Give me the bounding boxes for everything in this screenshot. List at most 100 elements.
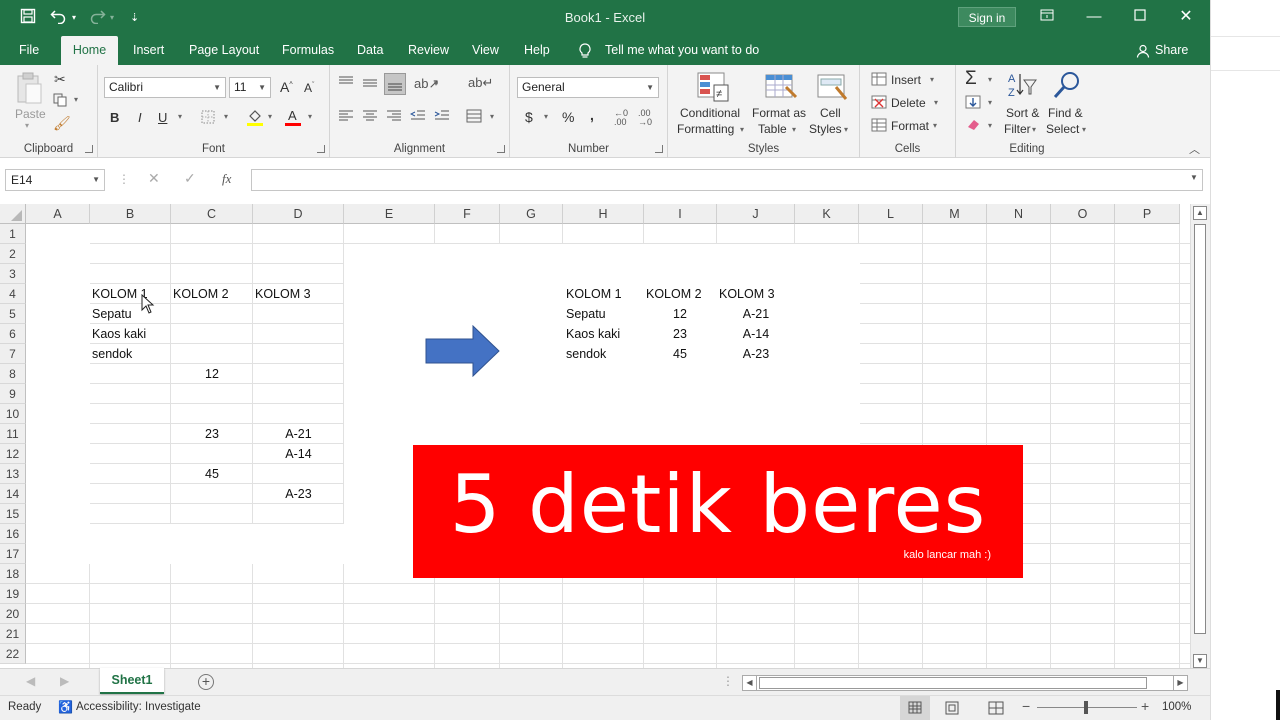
cell-i6[interactable]: 23: [644, 324, 716, 344]
format-cells-icon[interactable]: [871, 118, 887, 135]
row-header-13[interactable]: 13: [0, 464, 26, 484]
cell-c11[interactable]: 23: [171, 424, 253, 444]
maximize-icon[interactable]: [1128, 6, 1152, 28]
format-cells-label[interactable]: Format: [891, 119, 929, 133]
row-header-22[interactable]: 22: [0, 644, 26, 664]
sort-filter-label[interactable]: Sort &: [1006, 106, 1039, 120]
paste-dropdown-icon[interactable]: ▾: [25, 121, 29, 130]
sort-dropdown-icon[interactable]: ▾: [1032, 125, 1036, 134]
column-header-p[interactable]: P: [1115, 204, 1180, 224]
conditional-dropdown-icon[interactable]: ▾: [740, 125, 744, 134]
column-header-l[interactable]: L: [859, 204, 923, 224]
column-header-b[interactable]: B: [90, 204, 171, 224]
copy-icon[interactable]: [53, 93, 69, 110]
delete-cells-label[interactable]: Delete: [891, 96, 926, 110]
page-break-view-icon[interactable]: [988, 701, 1004, 718]
column-header-m[interactable]: M: [923, 204, 987, 224]
format-table-dropdown-icon[interactable]: ▾: [792, 125, 796, 134]
comma-button[interactable]: ,: [590, 107, 594, 123]
next-sheet-icon[interactable]: ▶: [60, 674, 69, 688]
name-box[interactable]: E14 ▼: [5, 169, 105, 191]
find-select-label-2[interactable]: Select: [1046, 122, 1079, 136]
merge-dropdown-icon[interactable]: ▾: [490, 112, 494, 121]
cell-i4[interactable]: KOLOM 2: [646, 284, 702, 304]
delete-dropdown-icon[interactable]: ▾: [934, 98, 938, 107]
autosum-dropdown-icon[interactable]: ▾: [988, 75, 992, 84]
scroll-left-icon[interactable]: ◀: [743, 676, 757, 690]
cell-i7[interactable]: 45: [644, 344, 716, 364]
clear-icon[interactable]: [965, 117, 981, 134]
insert-cells-icon[interactable]: [871, 72, 887, 89]
scroll-down-icon[interactable]: ▼: [1193, 654, 1207, 668]
accessibility-icon[interactable]: ♿: [58, 700, 73, 714]
minimize-icon[interactable]: —: [1082, 6, 1106, 28]
tab-file[interactable]: File: [19, 36, 39, 65]
underline-button[interactable]: U: [158, 110, 167, 125]
cell-j5[interactable]: A-21: [717, 304, 795, 324]
cell-h7[interactable]: sendok: [566, 344, 606, 364]
column-header-d[interactable]: D: [253, 204, 344, 224]
cell-styles-label[interactable]: Cell: [820, 106, 841, 120]
bold-button[interactable]: B: [110, 110, 119, 125]
row-header-4[interactable]: 4: [0, 284, 26, 304]
tab-splitter-icon[interactable]: ⋮: [722, 674, 734, 688]
cell-styles-label-2[interactable]: Styles: [809, 122, 842, 136]
cell-c13[interactable]: 45: [171, 464, 253, 484]
align-center-icon[interactable]: [362, 109, 378, 126]
currency-dropdown-icon[interactable]: ▾: [544, 112, 548, 121]
row-header-15[interactable]: 15: [0, 504, 26, 524]
format-as-table-label[interactable]: Format as: [752, 106, 806, 120]
column-header-c[interactable]: C: [171, 204, 253, 224]
format-as-table-icon[interactable]: [764, 71, 798, 106]
row-header-18[interactable]: 18: [0, 564, 26, 584]
find-dropdown-icon[interactable]: ▾: [1082, 125, 1086, 134]
grow-font-icon[interactable]: A^: [280, 79, 293, 95]
align-right-icon[interactable]: [386, 109, 402, 126]
cell-d4[interactable]: KOLOM 3: [255, 284, 311, 304]
column-header-k[interactable]: K: [795, 204, 859, 224]
row-header-5[interactable]: 5: [0, 304, 26, 324]
orientation-dropdown-icon[interactable]: ▾: [434, 79, 438, 88]
column-header-e[interactable]: E: [344, 204, 435, 224]
zoom-out-icon[interactable]: −: [1022, 698, 1030, 714]
cell-c4[interactable]: KOLOM 2: [173, 284, 229, 304]
paste-label[interactable]: Paste: [15, 107, 46, 121]
scroll-up-icon[interactable]: ▲: [1193, 206, 1207, 220]
cut-icon[interactable]: ✂: [54, 71, 66, 88]
column-header-g[interactable]: G: [500, 204, 563, 224]
clear-dropdown-icon[interactable]: ▾: [988, 121, 992, 130]
font-color-dropdown-icon[interactable]: ▾: [308, 112, 312, 121]
increase-indent-icon[interactable]: [434, 109, 450, 126]
cell-j6[interactable]: A-14: [717, 324, 795, 344]
formula-bar-splitter-icon[interactable]: ⋮: [118, 172, 130, 186]
sign-in-button[interactable]: Sign in: [958, 7, 1016, 27]
top-align-icon[interactable]: [338, 75, 354, 92]
expand-formula-icon[interactable]: ▼: [1190, 173, 1198, 182]
conditional-formatting-icon[interactable]: ≠: [696, 71, 730, 106]
decrease-indent-icon[interactable]: [409, 109, 426, 126]
share-icon[interactable]: [1136, 36, 1150, 65]
wrap-text-icon[interactable]: ab↵: [468, 75, 493, 91]
row-header-12[interactable]: 12: [0, 444, 26, 464]
borders-icon[interactable]: [200, 109, 216, 128]
cell-h5[interactable]: Sepatu: [566, 304, 606, 324]
column-header-f[interactable]: F: [435, 204, 500, 224]
clipboard-launcher-icon[interactable]: [85, 145, 93, 153]
cell-b7[interactable]: sendok: [92, 344, 132, 364]
close-icon[interactable]: ✕: [1174, 6, 1198, 28]
font-launcher-icon[interactable]: [317, 145, 325, 153]
accessibility-status[interactable]: Accessibility: Investigate: [76, 701, 201, 713]
row-header-7[interactable]: 7: [0, 344, 26, 364]
number-launcher-icon[interactable]: [655, 145, 663, 153]
row-header-6[interactable]: 6: [0, 324, 26, 344]
cell-j4[interactable]: KOLOM 3: [719, 284, 775, 304]
formula-input[interactable]: [251, 169, 1203, 191]
fill-dropdown-icon[interactable]: ▾: [988, 98, 992, 107]
cell-h6[interactable]: Kaos kaki: [566, 324, 620, 344]
font-color-icon[interactable]: A: [284, 107, 302, 130]
row-header-1[interactable]: 1: [0, 224, 26, 244]
column-header-o[interactable]: O: [1051, 204, 1115, 224]
ribbon-display-icon[interactable]: [1035, 6, 1059, 28]
row-header-17[interactable]: 17: [0, 544, 26, 564]
cell-b5[interactable]: Sepatu: [92, 304, 132, 324]
